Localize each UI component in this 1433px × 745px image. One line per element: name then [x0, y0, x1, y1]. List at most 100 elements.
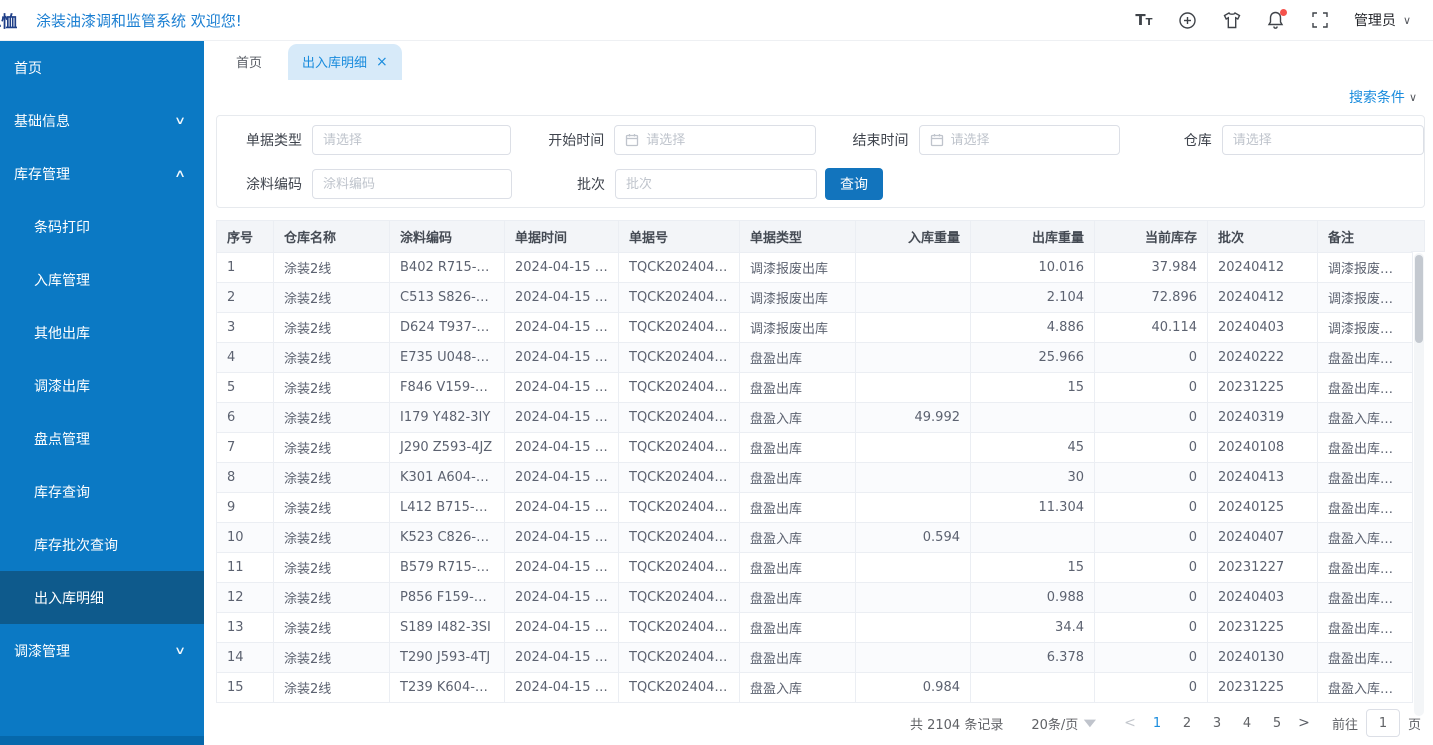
page-5[interactable]: 5: [1262, 716, 1292, 731]
prev-page-button[interactable]: <: [1118, 715, 1142, 731]
doc-type-input[interactable]: [323, 133, 500, 148]
warehouse-input[interactable]: [1233, 133, 1413, 148]
paint-code-field[interactable]: [312, 169, 512, 199]
table-row[interactable]: 6涂装2线I179 Y482-3IY2024-04-15 14:...TQCK2…: [217, 403, 1413, 433]
search-conditions-toggle[interactable]: 搜索条件 ∨: [1349, 87, 1417, 107]
scrollbar-thumb[interactable]: [1415, 255, 1423, 343]
sidebar-item-5[interactable]: 其他出库: [0, 306, 204, 359]
tab-home[interactable]: 首页: [224, 44, 274, 80]
table-cell: K523 C826-7MA: [390, 523, 505, 553]
font-size-icon[interactable]: TT: [1134, 10, 1154, 30]
table-row[interactable]: 13涂装2线S189 I482-3SI2024-04-15 14:...TQCK…: [217, 613, 1413, 643]
table-cell: 45: [971, 433, 1095, 463]
table-row[interactable]: 14涂装2线T290 J593-4TJ2024-04-15 14:...TQCK…: [217, 643, 1413, 673]
start-time-picker[interactable]: [614, 125, 815, 155]
table-row[interactable]: 3涂装2线D624 T937-8DT2024-04-15 15:...TQCK2…: [217, 313, 1413, 343]
table-row[interactable]: 1涂装2线B402 R715-6BR2024-04-15 15:...TQCK2…: [217, 253, 1413, 283]
table-cell: 涂装2线: [274, 373, 390, 403]
sidebar-item-8[interactable]: 库存查询: [0, 465, 204, 518]
page-1[interactable]: 1: [1142, 716, 1172, 731]
batch-field[interactable]: [615, 169, 817, 199]
sidebar-item-6[interactable]: 调漆出库: [0, 359, 204, 412]
tab-inout-detail[interactable]: 出入库明细 ×: [288, 44, 402, 80]
table-cell: 涂装2线: [274, 433, 390, 463]
table-row[interactable]: 8涂装2线K301 A604-5KA2024-04-15 14:...TQCK2…: [217, 463, 1413, 493]
data-table: 序号仓库名称涂料编码单据时间单据号单据类型入库重量出库重量当前库存批次备注 1涂…: [216, 220, 1413, 703]
page-3[interactable]: 3: [1202, 716, 1232, 731]
page-4[interactable]: 4: [1232, 716, 1262, 731]
paint-code-input[interactable]: [323, 177, 501, 192]
logo-text: L恤: [0, 8, 17, 32]
goto-page-input[interactable]: [1366, 709, 1400, 737]
table-cell: 15: [971, 553, 1095, 583]
vertical-scrollbar[interactable]: [1414, 253, 1424, 716]
main-content: 首页 出入库明细 × 搜索条件 ∨ 单据类型 开始时间 结束时间: [204, 41, 1433, 745]
table-cell: 涂装2线: [274, 253, 390, 283]
doc-type-select[interactable]: [312, 125, 511, 155]
page-numbers: 12345: [1142, 716, 1292, 731]
table-cell: 0: [1095, 583, 1208, 613]
next-page-button[interactable]: >: [1292, 715, 1316, 731]
query-button[interactable]: 查询: [825, 168, 883, 200]
sidebar-item-4[interactable]: 入库管理: [0, 253, 204, 306]
warehouse-select[interactable]: [1222, 125, 1424, 155]
table-cell: 调漆报废出库: [740, 283, 856, 313]
batch-input[interactable]: [626, 177, 806, 192]
chevron-up-icon: ∧: [174, 167, 186, 180]
page-2[interactable]: 2: [1172, 716, 1202, 731]
table-row[interactable]: 4涂装2线E735 U048-9EU2024-04-15 14:...TQCK2…: [217, 343, 1413, 373]
filter-label: 开始时间: [511, 130, 604, 150]
table-cell: 2024-04-15 14:...: [505, 463, 619, 493]
sidebar-item-7[interactable]: 盘点管理: [0, 412, 204, 465]
table-cell: 20240403: [1208, 313, 1318, 343]
sidebar-item-11[interactable]: 调漆管理∨: [0, 624, 204, 677]
close-icon[interactable]: ×: [376, 55, 388, 69]
table-cell: 盘盈入库: [740, 403, 856, 433]
table-cell: [856, 643, 971, 673]
sidebar-item-9[interactable]: 库存批次查询: [0, 518, 204, 571]
theme-shirt-icon[interactable]: [1222, 10, 1242, 30]
user-menu[interactable]: 管理员 ∨: [1354, 10, 1411, 30]
table-cell: [971, 673, 1095, 703]
table-cell: 0.984: [856, 673, 971, 703]
table-row[interactable]: 11涂装2线B579 R715-7AQ2024-04-15 14:...TQCK…: [217, 553, 1413, 583]
end-time-input[interactable]: [951, 133, 1109, 148]
table-cell: 盘盈出库审核: [1318, 463, 1413, 493]
table-cell: 0: [1095, 403, 1208, 433]
table-cell: 盘盈出库: [740, 553, 856, 583]
column-header: 批次: [1208, 221, 1318, 253]
table-row[interactable]: 5涂装2线F846 V159-0FV2024-04-15 14:...TQCK2…: [217, 373, 1413, 403]
end-time-picker[interactable]: [919, 125, 1120, 155]
sidebar-item-label: 库存管理: [14, 164, 70, 184]
filter-label: 批次: [512, 174, 605, 194]
table-row[interactable]: 7涂装2线J290 Z593-4JZ2024-04-15 14:...TQCK2…: [217, 433, 1413, 463]
table-cell: 37.984: [1095, 253, 1208, 283]
sidebar-menu: 首页基础信息∨ 库存管理 ∧ 条码打印入库管理其他出库调漆出库盘点管理库存查询库存批次…: [0, 41, 204, 677]
column-header: 仓库名称: [274, 221, 390, 253]
sidebar-item-0[interactable]: 首页: [0, 41, 204, 94]
table-row[interactable]: 9涂装2线L412 B715-6LB2024-04-15 14:...TQCK2…: [217, 493, 1413, 523]
fullscreen-icon[interactable]: [1310, 10, 1330, 30]
table-row[interactable]: 10涂装2线K523 C826-7MA2024-04-15 14:...TQCK…: [217, 523, 1413, 553]
sidebar-item-1[interactable]: 基础信息∨: [0, 94, 204, 147]
table-cell: 0.988: [971, 583, 1095, 613]
filter-row-2: 涂料编码 批次 查询: [217, 169, 1424, 199]
table-cell: 涂装2线: [274, 343, 390, 373]
table-row[interactable]: 2涂装2线C513 S826-7CS2024-04-15 15:...TQCK2…: [217, 283, 1413, 313]
sidebar-item-3[interactable]: 条码打印: [0, 200, 204, 253]
sidebar-item-2[interactable]: 库存管理 ∧: [0, 147, 204, 200]
table-row[interactable]: 15涂装2线T239 K604-2RH2024-04-15 14:...TQCK…: [217, 673, 1413, 703]
sidebar-collapse-bar[interactable]: [0, 736, 204, 745]
bell-icon[interactable]: [1266, 10, 1286, 30]
table-cell: TQCK2024041....: [619, 583, 740, 613]
start-time-input[interactable]: [646, 133, 804, 148]
zoom-in-icon[interactable]: [1178, 10, 1198, 30]
table-cell: 涂装2线: [274, 583, 390, 613]
sidebar-item-10[interactable]: 出入库明细: [0, 571, 204, 624]
table-cell: 20240319: [1208, 403, 1318, 433]
sidebar-item-label: 入库管理: [34, 270, 90, 290]
table-cell: 2024-04-15 15:...: [505, 253, 619, 283]
table-cell: 20240407: [1208, 523, 1318, 553]
table-row[interactable]: 12涂装2线P856 F159-0PF2024-04-15 14:...TQCK…: [217, 583, 1413, 613]
page-size-select[interactable]: 20条/页 ▼: [1031, 714, 1094, 733]
